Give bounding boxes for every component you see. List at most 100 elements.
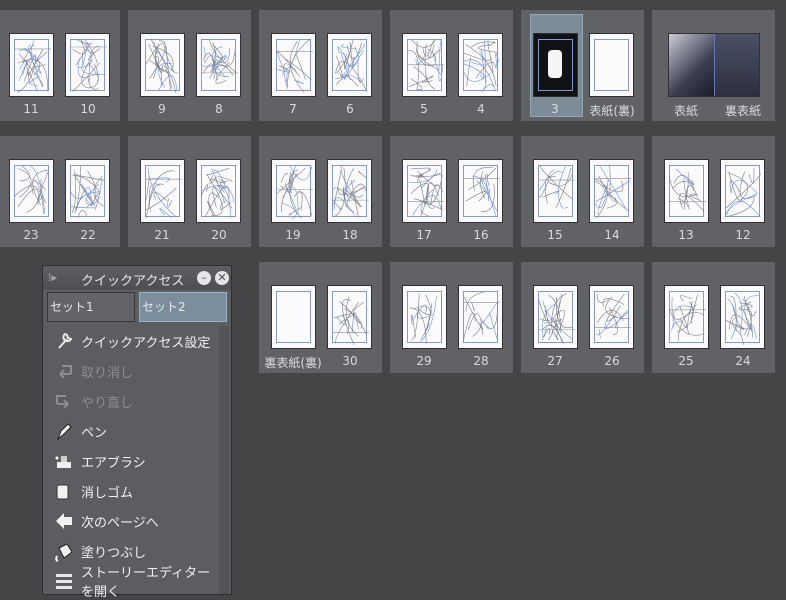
left-page-thumbnail[interactable] [533, 33, 578, 97]
left-page-thumbnail[interactable] [271, 285, 316, 349]
page-sketch [538, 293, 575, 344]
sketch-stroke [677, 198, 689, 207]
page-number-label: 表紙 [673, 104, 698, 118]
redo-icon [56, 395, 69, 409]
panel-grip-icon[interactable]: ⁞▸ [48, 271, 57, 284]
page-sketch [726, 292, 760, 346]
quick-access-title: クイックアクセス [81, 274, 185, 289]
page-spread[interactable]: 19 18 [259, 136, 382, 247]
left-page-thumbnail[interactable] [271, 33, 316, 97]
right-page-thumbnail[interactable] [720, 159, 765, 223]
page-spread[interactable]: 27 26 [521, 262, 644, 373]
quick-access-item[interactable]: ストーリーエディターを開く [47, 566, 217, 600]
page-spread[interactable]: 17 16 [390, 136, 513, 247]
left-page-thumbnail[interactable] [402, 285, 447, 349]
right-page-thumbnail[interactable] [458, 159, 503, 223]
quick-access-titlebar[interactable]: ⁞▸ クイックアクセス – ✕ [43, 266, 231, 290]
page-sketch [276, 38, 313, 93]
quick-access-item[interactable]: やり直し [47, 386, 217, 416]
quick-access-item[interactable]: クイックアクセス設定 [47, 326, 217, 356]
quick-access-item-label: ストーリーエディターを開く [81, 566, 211, 600]
page-sketch [668, 168, 706, 212]
cover-art [548, 50, 562, 78]
page-number-label: 11 [23, 102, 39, 116]
fill-bucket-icon [55, 543, 73, 562]
right-page-thumbnail[interactable] [589, 285, 634, 349]
sketch-stroke [432, 53, 443, 75]
right-page-thumbnail[interactable] [196, 33, 241, 97]
sketch-stroke [357, 170, 367, 178]
page-spread[interactable]: 21 20 [128, 136, 251, 247]
left-page-thumbnail[interactable] [140, 33, 185, 97]
page-spread[interactable]: 25 24 [652, 262, 775, 373]
right-page-thumbnail[interactable] [458, 285, 503, 349]
cover-spread-thumbnail[interactable] [668, 33, 760, 97]
pen-icon [56, 423, 72, 441]
left-page-thumbnail[interactable] [402, 159, 447, 223]
left-page-thumbnail[interactable] [402, 33, 447, 97]
sketch-stroke [167, 198, 173, 208]
quick-access-item[interactable]: 取り消し [47, 356, 217, 386]
page-spread[interactable]: 23 22 [0, 136, 120, 247]
sketch-stroke [69, 190, 84, 200]
quick-access-item[interactable]: 消しゴム [47, 476, 217, 506]
sketch-stroke [594, 180, 624, 193]
page-sketch [406, 167, 444, 217]
right-page-thumbnail[interactable] [327, 33, 372, 97]
sketch-stroke [548, 169, 555, 179]
wrench-icon [58, 332, 73, 349]
right-page-thumbnail[interactable] [720, 285, 765, 349]
page-spread[interactable]: 3 表紙(裏) [521, 10, 644, 121]
page-spread[interactable]: 11 10 [0, 10, 120, 121]
left-page-thumbnail[interactable] [533, 159, 578, 223]
right-page-thumbnail[interactable] [458, 33, 503, 97]
sketch-stroke [553, 332, 559, 341]
page-spread[interactable]: 76 [259, 10, 382, 121]
right-page-thumbnail[interactable] [65, 159, 110, 223]
left-page-thumbnail[interactable] [9, 33, 54, 97]
quick-access-scrollbar[interactable] [219, 326, 229, 594]
page-number-label: 16 [473, 228, 489, 242]
right-page-thumbnail[interactable] [589, 159, 634, 223]
left-page-thumbnail[interactable] [664, 285, 709, 349]
sketch-stroke [727, 298, 737, 340]
sketch-stroke [146, 176, 150, 200]
minimize-icon[interactable]: – [197, 271, 211, 285]
sketch-stroke [341, 44, 357, 49]
right-page-thumbnail[interactable] [196, 159, 241, 223]
left-page-thumbnail[interactable] [9, 159, 54, 223]
left-page-thumbnail[interactable] [140, 159, 185, 223]
page-spread[interactable]: 98 [128, 10, 251, 121]
page-spread[interactable]: 54 [390, 10, 513, 121]
sketch-stroke [411, 39, 436, 48]
sketch-stroke [283, 57, 312, 81]
page-number-label: 15 [547, 228, 563, 242]
right-page-thumbnail[interactable] [327, 159, 372, 223]
page-spread[interactable]: 13 12 [652, 136, 775, 247]
left-page-thumbnail[interactable] [664, 159, 709, 223]
page-spread[interactable]: 裏表紙(裏) 30 [259, 262, 382, 373]
page-number-label: 22 [80, 228, 96, 242]
right-page-thumbnail[interactable] [65, 33, 110, 97]
tab-set-1[interactable]: セット1 [47, 292, 135, 322]
page-spread[interactable]: 表紙 裏表紙 [652, 10, 775, 121]
page-spread[interactable]: 15 14 [521, 136, 644, 247]
left-page-thumbnail[interactable] [533, 285, 578, 349]
quick-access-item[interactable]: エアブラシ [47, 446, 217, 476]
quick-access-item[interactable]: 次のページへ [47, 506, 217, 536]
page-sketch [276, 165, 313, 219]
sketch-stroke [609, 165, 611, 195]
tab-set-2[interactable]: セット2 [139, 292, 227, 322]
close-icon[interactable]: ✕ [215, 271, 229, 285]
page-spread[interactable]: 29 28 [390, 262, 513, 373]
page-number-label: 7 [289, 102, 297, 116]
quick-access-list: クイックアクセス設定 取り消し やり直し ペン エアブラシ 消しゴム 次のページへ 塗りつぶし… [47, 326, 217, 600]
page-number-label: 8 [215, 102, 223, 116]
page-number-label: 18 [342, 228, 358, 242]
left-page-thumbnail[interactable] [271, 159, 316, 223]
quick-access-item[interactable]: ペン [47, 416, 217, 446]
page-sketch [14, 165, 49, 215]
right-page-thumbnail[interactable] [589, 33, 634, 97]
sketch-stroke [289, 166, 302, 219]
right-page-thumbnail[interactable] [327, 285, 372, 349]
